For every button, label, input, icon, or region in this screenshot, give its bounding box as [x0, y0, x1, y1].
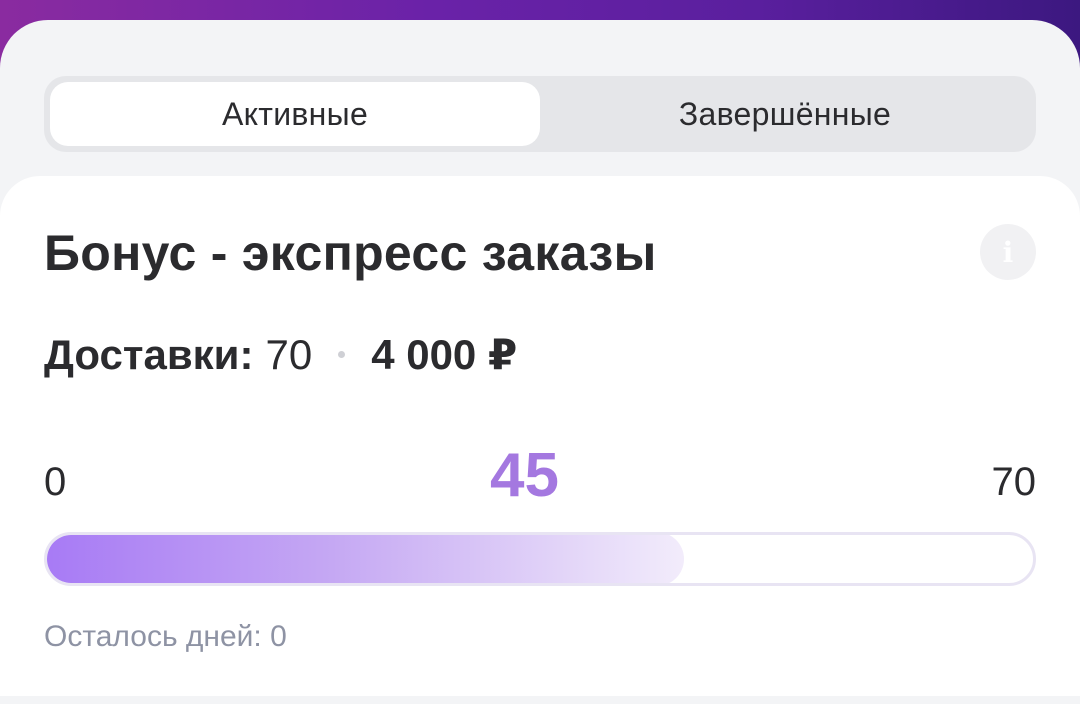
bonus-card[interactable]: Бонус - экспресс заказы i Доставки: 70 4…: [0, 176, 1080, 696]
bonus-meta: Доставки: 70 4 000 ₽: [44, 330, 517, 379]
separator-dot: [338, 351, 346, 358]
progress-min: 0: [44, 460, 67, 504]
deliveries-count: 70: [265, 330, 313, 378]
bonus-title: Бонус - экспресс заказы: [44, 225, 657, 281]
tab-completed[interactable]: Завершённые: [540, 82, 1030, 146]
days-left: Осталось дней: 0: [44, 620, 287, 653]
progress-max: 70: [991, 460, 1037, 504]
tab-active[interactable]: Активные: [50, 82, 540, 146]
progress-bar: [44, 532, 1036, 586]
info-icon[interactable]: i: [980, 224, 1036, 280]
progress-fill: [47, 535, 684, 583]
progress-current: 45: [490, 441, 559, 510]
deliveries-label: Доставки:: [44, 330, 254, 378]
bonus-amount: 4 000 ₽: [371, 331, 518, 378]
tab-switcher: Активные Завершённые: [44, 76, 1036, 152]
